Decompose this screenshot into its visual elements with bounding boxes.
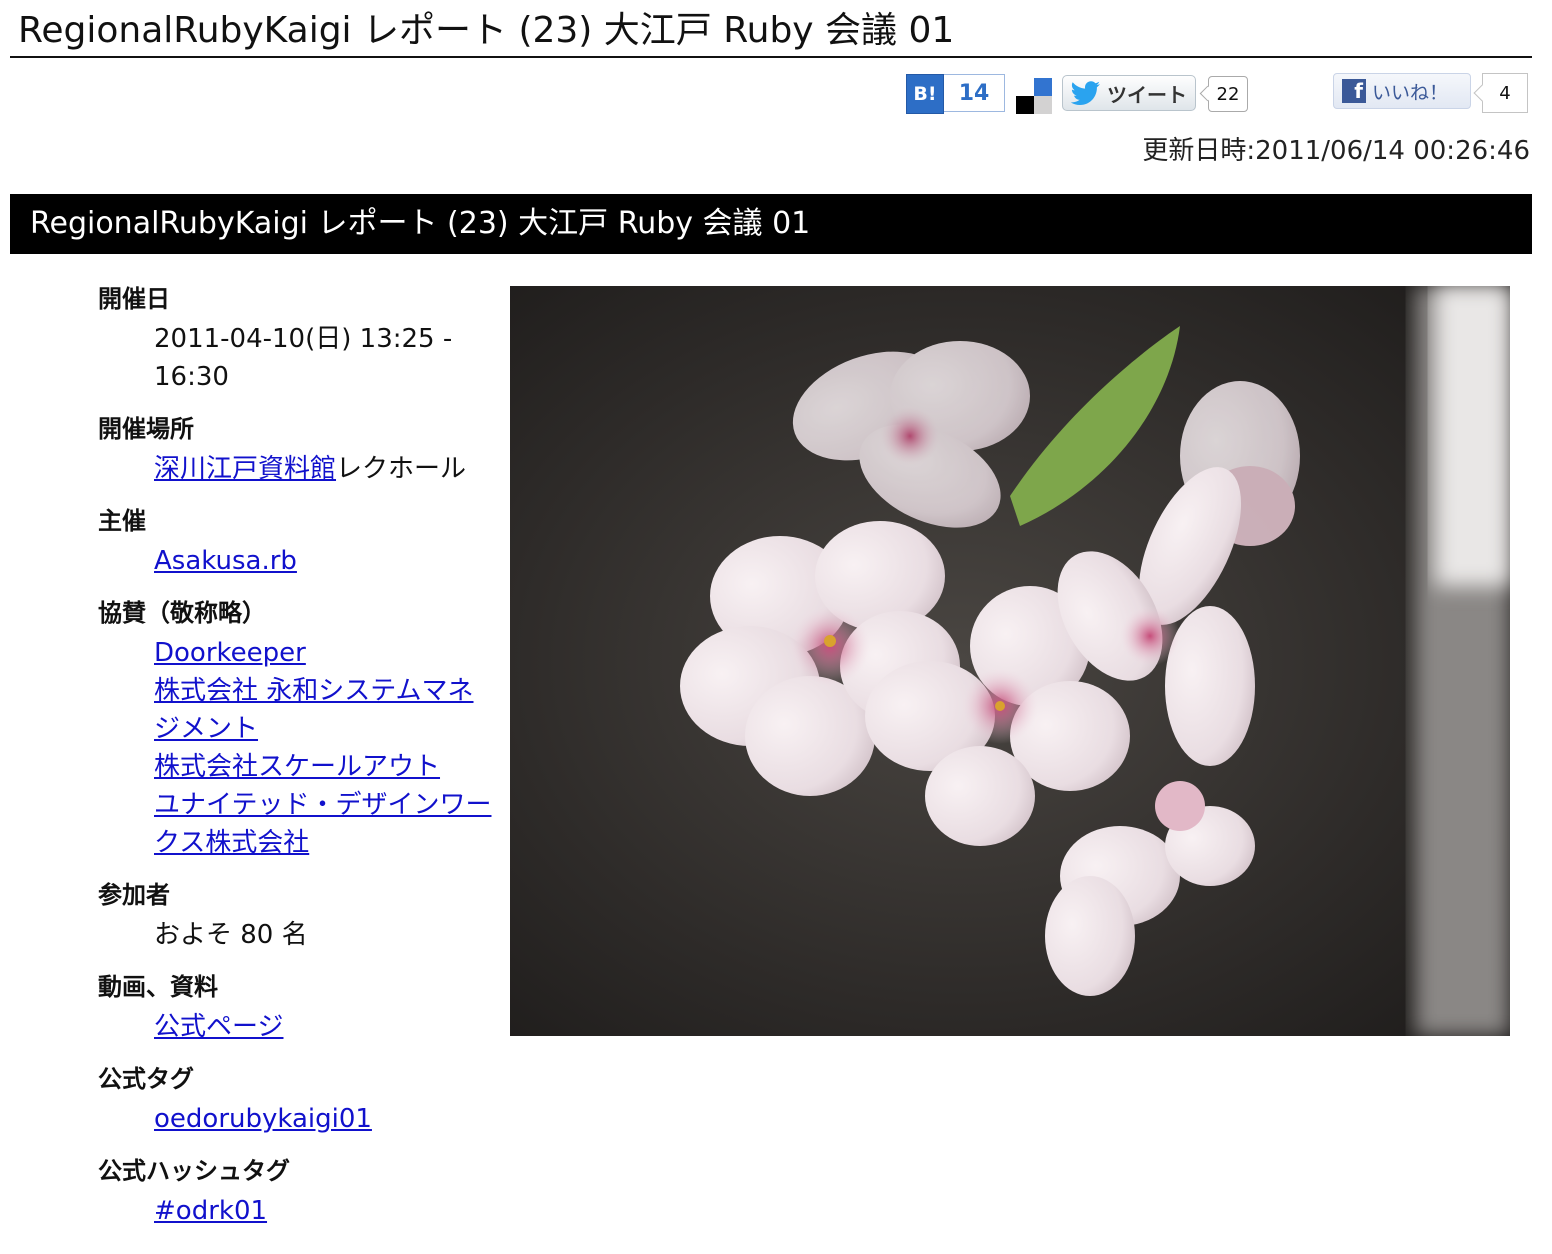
host-value: Asakusa.rb xyxy=(154,542,498,580)
host-label: 主催 xyxy=(98,507,146,535)
venue-link[interactable]: 深川江戸資料館 xyxy=(154,454,336,484)
sponsor-link[interactable]: 株式会社スケールアウト xyxy=(154,752,440,782)
date-value: 2011-04-10(日) 13:25 - 16:30 xyxy=(154,324,453,392)
page-title: RegionalRubyKaigi レポート (23) 大江戸 Ruby 会議 … xyxy=(18,10,955,51)
hatena-bookmark-count[interactable]: 14 xyxy=(944,74,1005,112)
like-count: 4 xyxy=(1482,73,1528,113)
tag-link[interactable]: oedorubykaigi01 xyxy=(154,1104,372,1134)
hatena-bookmark-icon: B! xyxy=(906,74,944,114)
hashtag-link[interactable]: #odrk01 xyxy=(154,1196,267,1226)
cherry-blossom-photo xyxy=(510,286,1510,1036)
section-header: RegionalRubyKaigi レポート (23) 大江戸 Ruby 会議 … xyxy=(10,194,1532,254)
hatena-bookmark-button[interactable]: B! 14 xyxy=(906,74,1005,114)
host-link[interactable]: Asakusa.rb xyxy=(154,546,297,576)
media-link[interactable]: 公式ページ xyxy=(154,1012,283,1042)
sponsors-list: Doorkeeper 株式会社 永和システムマネジメント 株式会社スケールアウト… xyxy=(154,634,498,862)
sponsor-link[interactable]: 株式会社 永和システムマネジメント xyxy=(154,676,474,744)
attendees-value: およそ 80 名 xyxy=(154,920,308,950)
venue-value: 深川江戸資料館レクホール xyxy=(154,450,498,488)
attendees-label: 参加者 xyxy=(98,881,170,909)
tag-label: 公式タグ xyxy=(98,1065,194,1093)
tweet-count[interactable]: 22 xyxy=(1208,76,1248,112)
venue-rest: レクホール xyxy=(336,454,467,484)
facebook-like-button[interactable]: f いいね！ xyxy=(1333,73,1471,109)
delicious-icon[interactable] xyxy=(1016,78,1052,114)
like-label: いいね！ xyxy=(1372,81,1449,104)
media-value: 公式ページ xyxy=(154,1008,498,1046)
event-info-list: 開催日 2011-04-10(日) 13:25 - 16:30 開催場所 深川江… xyxy=(98,284,498,1248)
title-divider xyxy=(10,56,1532,58)
tweet-button[interactable]: ツイート xyxy=(1062,75,1196,111)
updated-timestamp: 更新日時:2011/06/14 00:26:46 xyxy=(1142,136,1530,166)
tweet-label: ツイート xyxy=(1107,82,1187,107)
hashtag-value: #odrk01 xyxy=(154,1192,498,1230)
sponsor-link[interactable]: ユナイテッド・デザインワークス株式会社 xyxy=(154,790,491,858)
sponsors-label: 協賛（敬称略） xyxy=(98,599,266,627)
hashtag-label: 公式ハッシュタグ xyxy=(98,1157,290,1185)
tag-value: oedorubykaigi01 xyxy=(154,1100,498,1138)
media-label: 動画、資料 xyxy=(98,973,218,1001)
facebook-icon: f xyxy=(1342,79,1366,103)
venue-label: 開催場所 xyxy=(98,415,194,443)
twitter-bird-icon xyxy=(1071,81,1100,105)
sponsor-link[interactable]: Doorkeeper xyxy=(154,638,306,668)
date-label: 開催日 xyxy=(98,285,170,313)
